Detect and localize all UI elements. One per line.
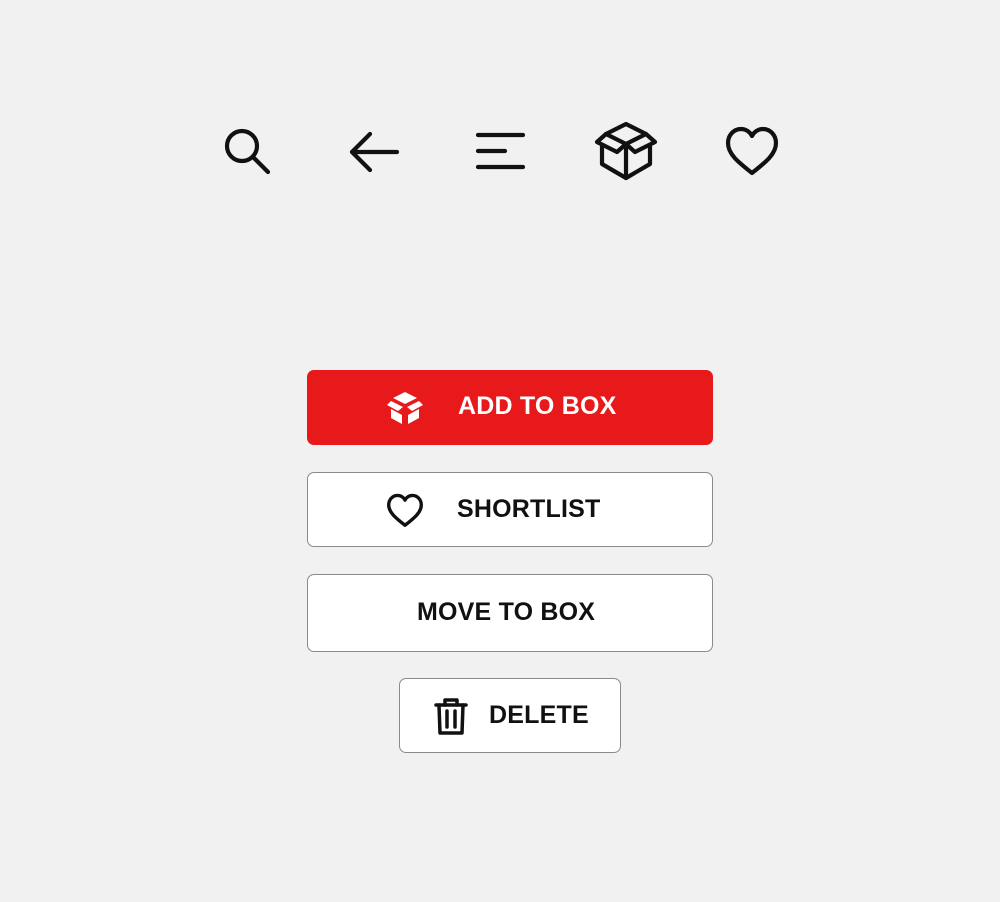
delete-button[interactable]: DELETE [399,678,621,753]
move-to-box-label: MOVE TO BOX [417,598,596,626]
shortlist-button[interactable]: SHORTLIST [307,472,713,547]
move-to-box-button[interactable]: MOVE TO BOX [307,574,713,652]
shortlist-label: SHORTLIST [457,495,601,523]
heart-icon[interactable] [724,126,780,178]
trash-icon [434,696,468,743]
add-to-box-button[interactable]: ADD TO BOX [307,370,713,445]
add-to-box-label: ADD TO BOX [458,392,617,420]
arrow-left-icon[interactable] [348,130,400,174]
menu-icon[interactable] [475,130,527,174]
heart-icon [386,493,424,536]
box-icon[interactable] [594,120,658,184]
box-icon [387,390,423,433]
search-icon[interactable] [222,126,274,178]
delete-label: DELETE [489,701,589,729]
